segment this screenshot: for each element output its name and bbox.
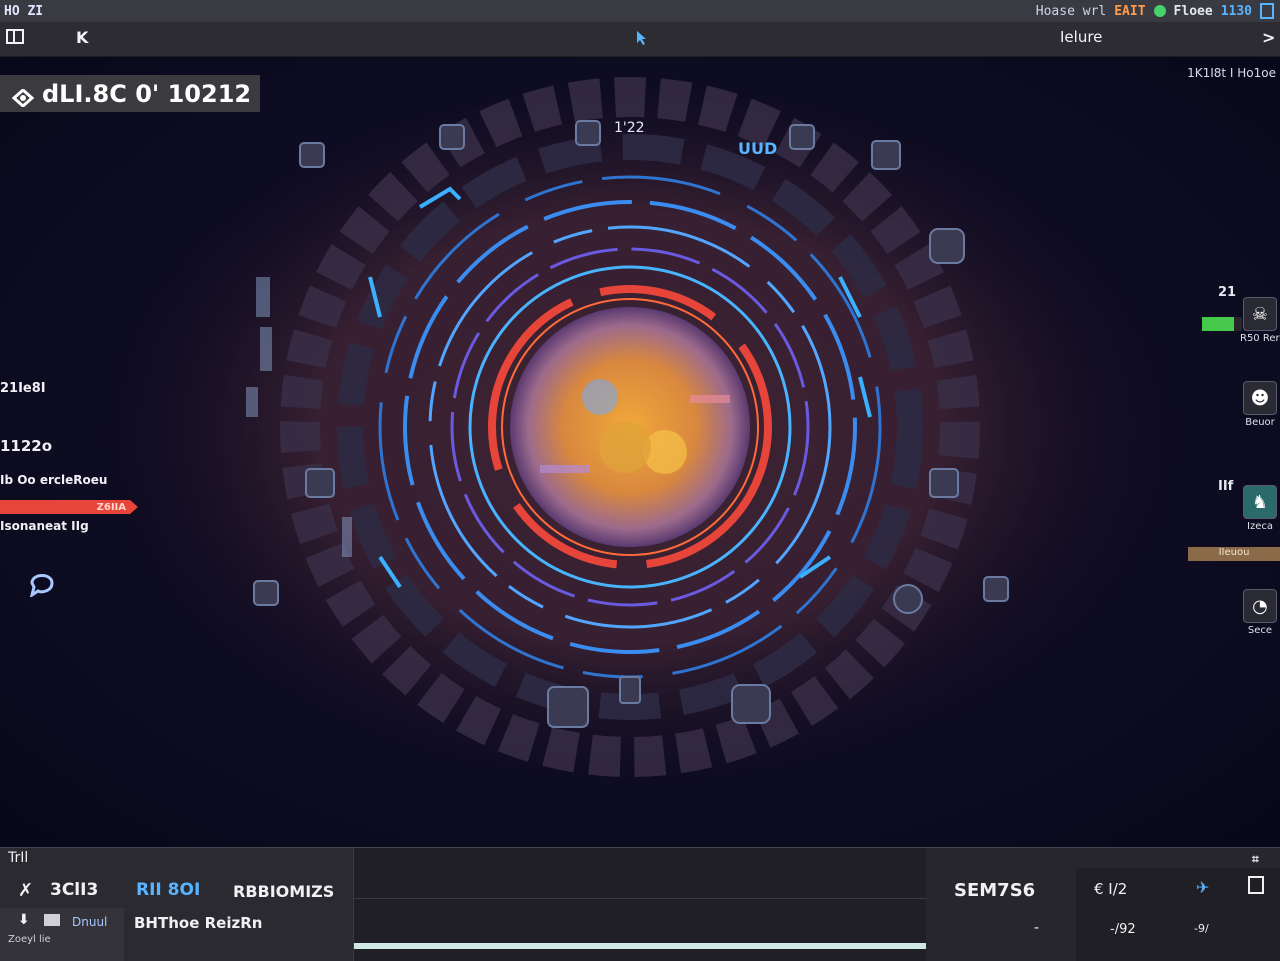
gauge-icon: ◔: [1243, 589, 1277, 623]
green-resource-bar: [1202, 317, 1242, 331]
window-titlebar: HO ZI Hoase wrl EAIT Floee 1130: [0, 0, 1280, 22]
bottom-label-1: RBBIOMIZS: [233, 882, 335, 901]
right-item-4[interactable]: ◔ Sece: [1240, 589, 1280, 636]
window-icon[interactable]: [1260, 3, 1274, 19]
bottom-small-label: Dnuul: [72, 915, 108, 929]
ring-label-right: UUD: [738, 139, 778, 158]
bottom-right-panel: SEM7S6 € I/2 ✈ ⌗ - -/92 -9/: [926, 848, 1280, 961]
right-item-1-label: R50 Rerec: [1240, 333, 1280, 344]
game-viewport[interactable]: dLI.8C 0' 10212 1K1I8t I Ho1oe 1'22 UUD …: [0, 57, 1280, 847]
status-text-3: Floee: [1173, 3, 1213, 19]
bottom-name: 3ClI3: [50, 880, 99, 900]
ghost-icon: ☻: [1243, 381, 1277, 415]
bottom-right-val3: -/92: [1110, 922, 1136, 937]
right-count-top: 21: [1218, 285, 1237, 300]
progress-fill: [354, 943, 927, 949]
bottom-panel: TrIl ✗ 3ClI3 RII 8OI RBBIOMIZS ⬇ Dnuul Z…: [0, 847, 1280, 961]
health-bar-label: Z6IIA: [96, 501, 126, 513]
right-item-2[interactable]: ☻ Beuor: [1240, 381, 1280, 428]
app-title: HO ZI: [4, 3, 44, 19]
back-button[interactable]: K: [76, 28, 88, 47]
right-item-1[interactable]: ☠ R50 Rerec: [1240, 297, 1280, 344]
folder-icon[interactable]: [44, 914, 60, 926]
bottom-sub: Zoeyl lie: [8, 934, 51, 945]
status-text-2: EAIT: [1114, 3, 1146, 19]
bottom-tab-label[interactable]: TrIl: [8, 850, 28, 866]
status-text-4: 1130: [1220, 3, 1252, 19]
leaf-icon: [1153, 5, 1166, 17]
bottom-right-val4: -9/: [1194, 922, 1209, 935]
left-stat-1: 21Ie8I: [0, 381, 46, 396]
health-bar: Z6IIA: [0, 500, 138, 514]
left-stat-4: Isonaneat IIg: [0, 519, 89, 533]
titlebar-status: Hoase wrl EAIT Floee 1130: [1036, 3, 1280, 19]
corner-icon[interactable]: ⌗: [1252, 852, 1259, 867]
bottom-right-title: SEM7S6: [954, 880, 1036, 901]
download-icon[interactable]: ⬇: [18, 912, 30, 928]
progress-area: [353, 848, 928, 961]
bird-icon[interactable]: ✈: [1196, 878, 1209, 897]
progress-divider: [354, 898, 927, 899]
progress-track[interactable]: [354, 943, 927, 949]
status-text-1: Hoase wrl: [1035, 3, 1107, 19]
diamond-eye-icon: [11, 85, 35, 108]
toolbar: K Ielure >: [0, 22, 1280, 57]
right-count-mid: IIf: [1218, 479, 1234, 494]
right-tag: IIeuou: [1188, 547, 1280, 561]
hud-title: dLI.8C 0' 10212: [42, 79, 252, 108]
bottom-link[interactable]: RII 8OI: [136, 880, 200, 900]
cursor-icon[interactable]: [636, 30, 646, 50]
bottom-right-val1: € I/2: [1094, 880, 1128, 898]
figure-icon: ♞: [1243, 485, 1277, 519]
bookmark-icon[interactable]: [1248, 876, 1264, 894]
right-item-3-label: Izeca: [1247, 521, 1273, 532]
bottom-label-2: BHThoe ReizRn: [134, 914, 263, 932]
right-item-2-label: Beuor: [1245, 417, 1275, 428]
ring-label-top: 1'22: [614, 120, 645, 136]
forward-button[interactable]: >: [1262, 28, 1275, 47]
sword-icon[interactable]: ✗: [18, 880, 33, 901]
hud-title-panel: dLI.8C 0' 10212: [0, 75, 260, 112]
right-item-4-label: Sece: [1247, 625, 1273, 636]
tab-label[interactable]: Ielure: [1060, 28, 1102, 46]
skull-icon: ☠: [1243, 297, 1277, 331]
right-item-3[interactable]: ♞ Izeca: [1240, 485, 1280, 532]
portal-ring-graphic: [110, 67, 1150, 787]
panel-icon[interactable]: [6, 28, 26, 50]
left-stat-2: 1122o: [0, 437, 53, 455]
bottom-right-val2: -: [1034, 920, 1040, 936]
brain-icon[interactable]: [26, 569, 58, 601]
left-stat-3: Ib Oo ercleRoeu: [0, 473, 108, 487]
top-right-label: 1K1I8t I Ho1oe: [1187, 66, 1276, 80]
